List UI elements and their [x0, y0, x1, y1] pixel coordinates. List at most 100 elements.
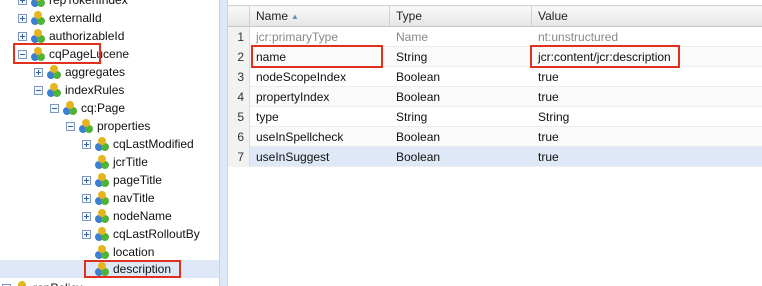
cell-type[interactable]: Boolean — [390, 67, 440, 87]
tree-node-authorizableid[interactable]: authorizableId — [18, 27, 124, 45]
node-icon — [18, 281, 26, 286]
cell-value[interactable]: true — [532, 147, 559, 167]
table-row[interactable]: 5 type String String — [228, 107, 762, 127]
cell-name[interactable]: name — [250, 47, 286, 67]
splitter[interactable] — [219, 0, 228, 286]
node-icon — [95, 227, 109, 241]
cell-value[interactable]: true — [532, 67, 559, 87]
node-icon — [95, 245, 109, 259]
cell-name[interactable]: type — [250, 107, 279, 127]
cell-type[interactable]: Boolean — [390, 147, 440, 167]
column-header-type[interactable]: Type — [390, 6, 532, 26]
tree-node-indexrules[interactable]: indexRules — [34, 81, 124, 99]
node-icon — [31, 0, 45, 7]
tree-node-jcrtitle[interactable]: jcrTitle — [82, 153, 148, 171]
tree-node-location[interactable]: location — [82, 243, 154, 261]
tree-node-externalid[interactable]: externalId — [18, 9, 102, 27]
expand-icon[interactable] — [18, 13, 27, 23]
column-label: Name — [256, 9, 289, 23]
tree-node-cqpagelucene[interactable]: cqPageLucene — [18, 45, 129, 63]
tree-node-cqlastrolloutby[interactable]: cqLastRolloutBy — [82, 225, 200, 243]
tree-node-cqpage[interactable]: cq:Page — [50, 99, 125, 117]
cell-type[interactable]: Boolean — [390, 87, 440, 107]
expand-icon[interactable] — [82, 211, 91, 221]
row-number: 3 — [228, 67, 250, 87]
cell-name[interactable]: jcr:primaryType — [250, 27, 338, 47]
expand-icon[interactable] — [18, 0, 27, 5]
node-icon — [95, 137, 109, 151]
tree-node-label: cqPageLucene — [49, 47, 130, 61]
expand-icon[interactable] — [82, 139, 91, 149]
column-header-name[interactable]: Name ▲ — [250, 6, 390, 26]
table-row[interactable]: 6 useInSpellcheck Boolean true — [228, 127, 762, 147]
row-number: 5 — [228, 107, 250, 127]
column-label: Value — [538, 9, 568, 23]
node-icon — [79, 119, 93, 133]
node-icon — [31, 29, 45, 43]
table-row[interactable]: 3 nodeScopeIndex Boolean true — [228, 67, 762, 87]
row-number: 1 — [228, 27, 250, 47]
expand-icon[interactable] — [82, 175, 91, 185]
expand-icon[interactable] — [18, 31, 27, 41]
node-icon — [95, 191, 109, 205]
node-icon — [31, 11, 45, 25]
cell-value[interactable]: String — [532, 107, 569, 127]
cell-value[interactable]: true — [532, 87, 559, 107]
tree-node-label: cqLastRolloutBy — [113, 227, 200, 241]
cell-type[interactable]: String — [390, 107, 427, 127]
grid-header: Name ▲ Type Value — [228, 5, 762, 27]
tree-node-reppolicy[interactable]: repPolicy — [2, 279, 82, 286]
tree-node-properties[interactable]: properties — [66, 117, 150, 135]
collapse-icon[interactable] — [34, 85, 43, 95]
collapse-icon[interactable] — [66, 121, 75, 131]
tree-node-label: properties — [97, 119, 151, 133]
tree-node-description[interactable]: description — [0, 260, 219, 278]
table-row[interactable]: 1 jcr:primaryType Name nt:unstructured — [228, 27, 762, 47]
expand-icon[interactable] — [34, 67, 43, 77]
tree-node-label: cq:Page — [81, 101, 126, 115]
tree-node-navtitle[interactable]: navTitle — [82, 189, 155, 207]
collapse-icon[interactable] — [18, 49, 27, 59]
tree-node-cqlastmodified[interactable]: cqLastModified — [82, 135, 194, 153]
cell-type[interactable]: Boolean — [390, 127, 440, 147]
tree-node-aggregates[interactable]: aggregates — [34, 63, 125, 81]
node-icon — [31, 47, 45, 61]
row-number: 6 — [228, 127, 250, 147]
table-row[interactable]: 7 useInSuggest Boolean true — [228, 147, 762, 167]
tree-node-pagetitle[interactable]: pageTitle — [82, 171, 162, 189]
properties-grid: Name ▲ Type Value 1 jcr:primaryType Name … — [228, 0, 762, 286]
node-icon — [47, 65, 61, 79]
cell-name[interactable]: nodeScopeIndex — [250, 67, 346, 87]
table-row[interactable]: 4 propertyIndex Boolean true — [228, 87, 762, 107]
node-icon — [95, 262, 109, 276]
cell-type[interactable]: String — [390, 47, 427, 67]
collapse-icon[interactable] — [50, 103, 59, 113]
tree-node-label: repTokenIndex — [49, 0, 128, 7]
cell-value[interactable]: nt:unstructured — [532, 27, 618, 47]
table-row[interactable]: 2 name String jcr:content/jcr:descriptio… — [228, 47, 762, 67]
row-number: 2 — [228, 47, 250, 67]
tree-node-label: jcrTitle — [113, 155, 148, 169]
cell-name[interactable]: propertyIndex — [250, 87, 329, 107]
column-header-value[interactable]: Value — [532, 6, 762, 26]
tree-node-label: indexRules — [65, 83, 125, 97]
cell-name[interactable]: useInSuggest — [250, 147, 329, 167]
node-tree: repTokenIndex externalId authorizableId … — [0, 0, 219, 286]
cell-name[interactable]: useInSpellcheck — [250, 127, 343, 147]
tree-node-label: nodeName — [113, 209, 172, 223]
node-icon — [63, 101, 77, 115]
node-icon — [47, 83, 61, 97]
tree-node-label: description — [113, 262, 172, 276]
node-icon — [95, 155, 109, 169]
sort-ascending-icon: ▲ — [291, 12, 299, 21]
expand-icon[interactable] — [82, 229, 91, 239]
cell-value[interactable]: jcr:content/jcr:description — [532, 47, 671, 67]
tree-node-reptokenindex[interactable]: repTokenIndex — [18, 0, 128, 9]
tree-node-label: authorizableId — [49, 29, 125, 43]
tree-node-label: cqLastModified — [113, 137, 194, 151]
node-icon — [95, 209, 109, 223]
cell-value[interactable]: true — [532, 127, 559, 147]
tree-node-nodename[interactable]: nodeName — [82, 207, 172, 225]
cell-type[interactable]: Name — [390, 27, 428, 47]
expand-icon[interactable] — [82, 193, 91, 203]
